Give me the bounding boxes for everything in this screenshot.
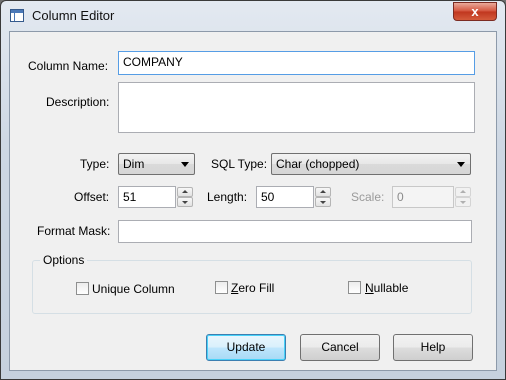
zero-fill-label-text: ero Fill	[238, 281, 275, 295]
window-title: Column Editor	[32, 8, 115, 23]
offset-label: Offset:	[74, 190, 110, 204]
spin-up-icon[interactable]	[315, 187, 331, 197]
spin-down-icon	[455, 197, 471, 207]
nullable-mnemonic: N	[365, 281, 374, 295]
spin-up-icon	[455, 187, 471, 197]
scale-input: 0	[392, 186, 454, 208]
column-name-label: Column Name:	[28, 59, 109, 73]
sql-type-label: SQL Type:	[211, 157, 268, 171]
unique-column-checkbox[interactable]	[76, 282, 89, 295]
format-mask-input[interactable]	[118, 220, 472, 243]
dialog-body: Column Name: COMPANY Description: Type: …	[9, 31, 497, 371]
zero-fill-checkbox[interactable]	[215, 281, 228, 294]
help-button[interactable]: Help	[393, 334, 473, 361]
cancel-button[interactable]: Cancel	[300, 334, 380, 361]
title-bar[interactable]: Column Editor x	[1, 1, 505, 31]
sql-type-select-value: Char (chopped)	[276, 157, 360, 171]
close-button[interactable]: x	[453, 2, 497, 21]
length-input[interactable]: 50	[256, 186, 314, 208]
type-select-value: Dim	[123, 157, 145, 171]
type-select[interactable]: Dim	[118, 153, 195, 175]
nullable-label-text: ullable	[373, 281, 409, 295]
offset-spinner[interactable]	[177, 187, 193, 207]
sql-type-select[interactable]: Char (chopped)	[271, 153, 471, 175]
spin-up-icon[interactable]	[177, 187, 193, 197]
chevron-down-icon	[181, 162, 189, 167]
chevron-down-icon	[457, 162, 465, 167]
description-label: Description:	[46, 95, 110, 109]
column-name-input[interactable]: COMPANY	[118, 51, 475, 75]
window-icon	[10, 9, 24, 22]
nullable-checkbox[interactable]	[348, 281, 361, 294]
update-button[interactable]: Update	[206, 334, 286, 361]
length-label: Length:	[207, 190, 248, 204]
length-spinner[interactable]	[315, 187, 331, 207]
nullable-label[interactable]: Nullable	[365, 281, 408, 295]
unique-column-label[interactable]: Unique Column	[92, 282, 175, 296]
spin-down-icon[interactable]	[177, 197, 193, 207]
scale-spinner	[455, 187, 471, 207]
scale-label: Scale:	[351, 190, 385, 204]
zero-fill-label[interactable]: Zero Fill	[231, 281, 274, 295]
description-input[interactable]	[118, 82, 475, 133]
format-mask-label: Format Mask:	[37, 224, 111, 238]
offset-input[interactable]: 51	[118, 186, 176, 208]
options-group-title: Options	[40, 253, 88, 267]
column-editor-dialog: Column Editor x Column Name: COMPANY Des…	[0, 0, 506, 380]
type-label: Type:	[80, 157, 110, 171]
spin-down-icon[interactable]	[315, 197, 331, 207]
